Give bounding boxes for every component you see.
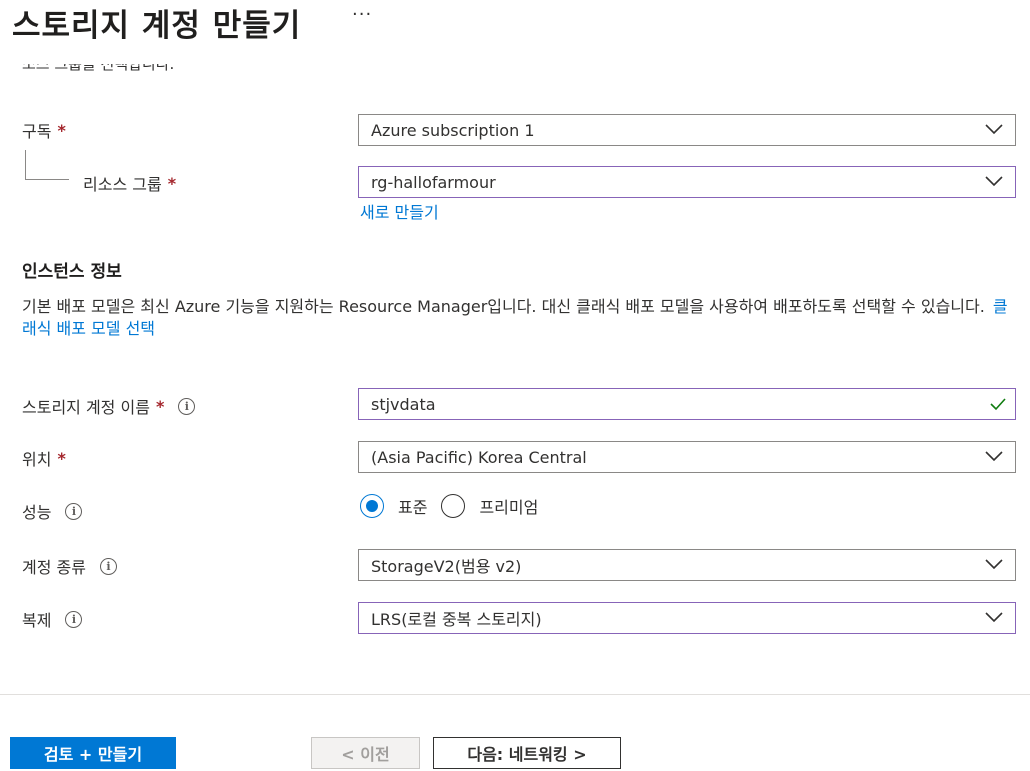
footer-divider — [0, 694, 1030, 695]
chevron-down-icon — [985, 451, 1003, 462]
account-kind-dropdown[interactable]: StorageV2(범용 v2) — [358, 549, 1016, 581]
account-kind-label: 계정 종류 i — [22, 554, 117, 578]
chevron-down-icon — [985, 559, 1003, 570]
radio-standard-label[interactable]: 표준 — [398, 494, 427, 518]
create-new-link[interactable]: 새로 만들기 — [360, 199, 439, 223]
required-mark: * — [167, 173, 177, 193]
required-mark: * — [57, 448, 66, 468]
section-instance-title: 인스턴스 정보 — [22, 262, 122, 282]
replication-dropdown[interactable]: LRS(로컬 중복 스토리지) — [358, 602, 1016, 634]
instance-description: 기본 배포 모델은 최신 Azure 기능을 지원하는 Resource Man… — [22, 297, 1008, 338]
required-mark: * — [57, 120, 66, 140]
review-create-button[interactable]: 검토 + 만들기 — [10, 737, 176, 769]
storage-name-label: 스토리지 계정 이름 * i — [22, 394, 196, 418]
chevron-down-icon — [985, 176, 1003, 187]
subscription-label: 구독 * — [22, 120, 66, 142]
location-label: 위치 * — [22, 448, 66, 470]
previous-button[interactable]: < 이전 — [311, 737, 420, 769]
performance-radio-group: 표준 프리미엄 — [360, 494, 552, 518]
next-networking-button[interactable]: 다음: 네트워킹 > — [433, 737, 621, 769]
storage-name-input[interactable]: stjvdata — [358, 388, 1016, 420]
performance-label: 성능 i — [22, 499, 83, 523]
subscription-dropdown[interactable]: Azure subscription 1 — [358, 114, 1016, 146]
radio-standard[interactable] — [360, 494, 384, 518]
check-icon — [990, 398, 1006, 411]
resource-group-label: 리소스 그룹 * — [83, 173, 177, 195]
location-dropdown[interactable]: (Asia Pacific) Korea Central — [358, 441, 1016, 473]
info-icon[interactable]: i — [99, 557, 117, 575]
replication-label: 복제 i — [22, 607, 83, 631]
required-mark: * — [155, 396, 165, 416]
radio-premium-label[interactable]: 프리미엄 — [479, 494, 538, 518]
info-icon[interactable]: i — [65, 502, 83, 520]
chevron-down-icon — [985, 124, 1003, 135]
tree-connector — [25, 150, 69, 180]
cutoff-text: 소스 그룹을 선택합니다. — [22, 64, 175, 73]
page-title: 스토리지 계정 만들기 — [12, 8, 302, 44]
info-icon[interactable]: i — [178, 397, 196, 415]
info-icon[interactable]: i — [65, 610, 83, 628]
radio-premium[interactable] — [441, 494, 466, 518]
resource-group-dropdown[interactable]: rg-hallofarmour — [358, 166, 1016, 198]
chevron-down-icon — [985, 612, 1003, 623]
more-options-button[interactable]: ··· — [352, 4, 372, 25]
